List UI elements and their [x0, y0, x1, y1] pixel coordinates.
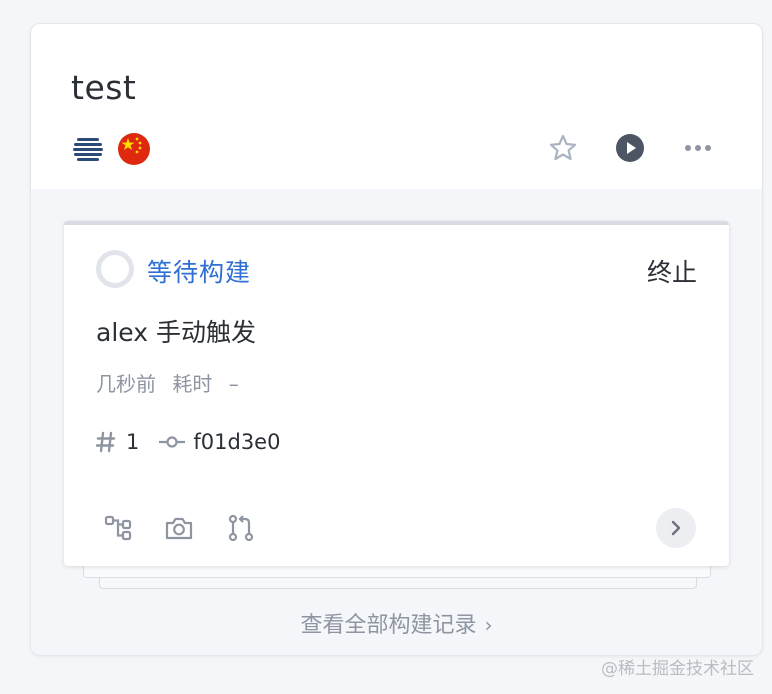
commit-hash[interactable]: f01d3e0: [193, 430, 280, 454]
time-ago: 几秒前: [96, 372, 156, 396]
build-status: 等待构建: [147, 258, 252, 287]
build-meta: 几秒前 耗时 –: [96, 368, 239, 397]
stripe-logo-icon: [71, 132, 105, 166]
watermark: @稀土掘金技术社区: [601, 659, 754, 679]
more-icon[interactable]: [680, 130, 716, 166]
china-flag-icon: [117, 132, 151, 166]
duration-value: –: [228, 372, 239, 396]
view-all-label: 查看全部构建记录: [300, 613, 477, 638]
pull-request-icon[interactable]: [225, 512, 257, 544]
trigger-info: alex 手动触发: [96, 318, 256, 347]
pipeline-card[interactable]: test 等待构建 终止 alex 手动触发 几秒前 耗时 – 1 f01d3e…: [30, 23, 763, 656]
star-icon[interactable]: [545, 130, 581, 166]
pipeline-title: test: [71, 68, 137, 107]
chevron-right-icon: [670, 520, 682, 536]
pending-status-icon: [96, 250, 134, 288]
build-refs: 1 f01d3e0: [96, 430, 280, 454]
hash-icon: [96, 431, 116, 453]
next-button[interactable]: [656, 508, 696, 548]
terminate-button[interactable]: 终止: [647, 253, 697, 289]
play-icon[interactable]: [612, 130, 648, 166]
chevron-right-icon: ›: [484, 613, 493, 637]
view-all-builds-link[interactable]: 查看全部构建记录 ›: [31, 607, 762, 639]
camera-icon[interactable]: [163, 512, 195, 544]
duration-label: 耗时: [172, 372, 213, 396]
build-number: 1: [126, 430, 140, 454]
flow-icon[interactable]: [102, 512, 134, 544]
build-card[interactable]: 等待构建 终止 alex 手动触发 几秒前 耗时 – 1 f01d3e0: [64, 221, 729, 566]
commit-icon: [159, 435, 186, 449]
